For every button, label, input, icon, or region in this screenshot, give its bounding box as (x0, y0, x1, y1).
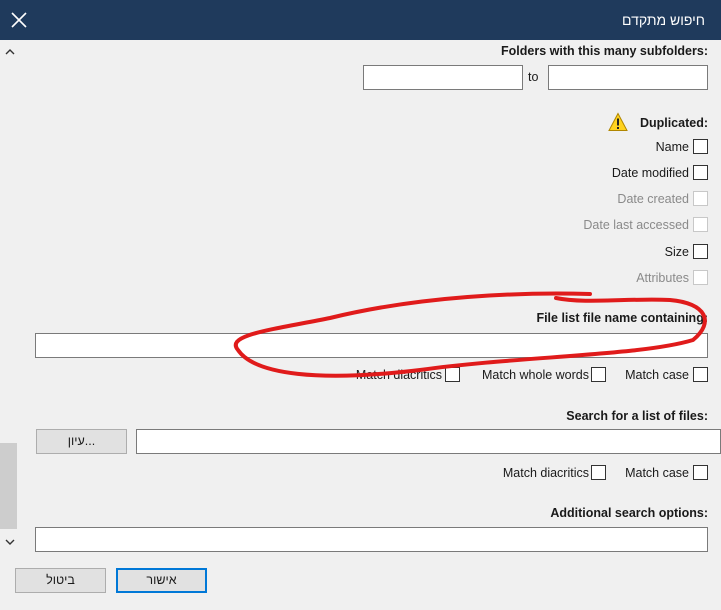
dup-name-label: Name (655, 140, 689, 154)
close-icon[interactable] (10, 11, 28, 29)
subfolders-from-input[interactable] (363, 65, 523, 90)
dup-name-checkbox[interactable] (693, 139, 708, 154)
subfolders-to-input[interactable] (548, 65, 708, 90)
chevron-up-icon[interactable] (4, 47, 16, 57)
fl-match-whole-words-checkbox[interactable] (591, 367, 606, 382)
dup-size-checkbox[interactable] (693, 244, 708, 259)
sl-match-case-label: Match case (625, 466, 689, 480)
dup-date-modified-checkbox[interactable] (693, 165, 708, 180)
subfolders-to-label: to (528, 70, 539, 84)
sl-match-diacritics-checkbox[interactable] (591, 465, 606, 480)
file-list-name-input[interactable] (35, 333, 708, 358)
dup-date-last-accessed-checkbox[interactable] (693, 217, 708, 232)
dup-date-created-checkbox[interactable] (693, 191, 708, 206)
title-bar: חיפוש מתקדם (0, 0, 721, 40)
browse-button[interactable]: עיון... (36, 429, 127, 454)
dup-date-created-label: Date created (617, 192, 689, 206)
search-list-heading: Search for a list of files: (566, 409, 708, 423)
dup-attributes-label: Attributes (636, 271, 689, 285)
ok-button[interactable]: אישור (116, 568, 207, 593)
chevron-down-icon[interactable] (4, 537, 16, 547)
scrollbar-thumb[interactable] (0, 443, 17, 529)
file-list-name-heading: File list file name containing: (536, 311, 708, 325)
search-list-input[interactable] (136, 429, 721, 454)
fl-match-case-label: Match case (625, 368, 689, 382)
dup-size-label: Size (664, 245, 689, 259)
additional-options-input[interactable] (35, 527, 708, 552)
sl-match-diacritics-label: Match diacritics (502, 466, 589, 480)
sl-match-case-checkbox[interactable] (693, 465, 708, 480)
dup-date-last-accessed-label: Date last accessed (583, 218, 689, 232)
fl-match-diacritics-label: Match diacritics (355, 368, 442, 382)
dup-date-modified-label: Date modified (611, 166, 689, 180)
dup-attributes-checkbox[interactable] (693, 270, 708, 285)
subfolders-heading: Folders with this many subfolders: (501, 44, 708, 58)
fl-match-whole-words-label: Match whole words (482, 368, 589, 382)
fl-match-diacritics-checkbox[interactable] (445, 367, 460, 382)
duplicated-heading: Duplicated: (639, 116, 708, 130)
cancel-button[interactable]: ביטול (15, 568, 106, 593)
window-title: חיפוש מתקדם (622, 12, 705, 28)
additional-heading: Additional search options: (550, 506, 708, 520)
fl-match-case-checkbox[interactable] (693, 367, 708, 382)
